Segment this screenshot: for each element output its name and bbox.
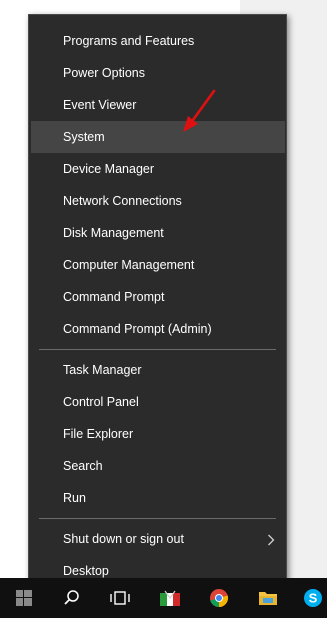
menu-item-label: Programs and Features (63, 34, 195, 48)
search-icon (64, 590, 79, 605)
menu-item-label: Run (63, 491, 86, 505)
annotation-arrow-icon (183, 89, 216, 132)
menu-item-label: Disk Management (63, 226, 164, 240)
menu-item-label: Command Prompt (Admin) (63, 322, 212, 336)
menu-item-computer-management[interactable]: Computer Management (31, 249, 285, 281)
menu-separator (39, 349, 276, 350)
taskbar-media-app[interactable] (150, 578, 190, 618)
menu-item-run[interactable]: Run (31, 482, 285, 514)
menu-item-label: Search (63, 459, 103, 473)
menu-item-task-manager[interactable]: Task Manager (31, 354, 285, 386)
taskbar-skype[interactable]: S (298, 578, 327, 618)
menu-item-device-manager[interactable]: Device Manager (31, 153, 285, 185)
windows-start-button[interactable] (4, 578, 44, 618)
menu-item-network-connections[interactable]: Network Connections (31, 185, 285, 217)
svg-text:S: S (308, 591, 317, 606)
menu-item-label: Task Manager (63, 363, 142, 377)
power-user-menu: Programs and Features Power Options Even… (28, 14, 287, 594)
task-view-button[interactable] (100, 578, 140, 618)
menu-item-label: Command Prompt (63, 290, 165, 304)
menu-item-label: Computer Management (63, 258, 195, 272)
menu-item-disk-management[interactable]: Disk Management (31, 217, 285, 249)
menu-item-event-viewer[interactable]: Event Viewer (31, 89, 285, 121)
menu-item-command-prompt-admin[interactable]: Command Prompt (Admin) (31, 313, 285, 345)
menu-item-label: Control Panel (63, 395, 139, 409)
menu-item-file-explorer[interactable]: File Explorer (31, 418, 285, 450)
menu-item-label: Event Viewer (63, 98, 137, 112)
menu-item-label: Power Options (63, 66, 145, 80)
chrome-icon (210, 589, 229, 608)
taskbar-chrome[interactable] (199, 578, 239, 618)
windows-start-icon (16, 590, 32, 606)
skype-icon: S (303, 589, 322, 607)
task-view-icon (110, 591, 130, 605)
menu-item-power-options[interactable]: Power Options (31, 57, 285, 89)
taskbar: S (0, 578, 327, 618)
menu-item-system[interactable]: System (31, 121, 285, 153)
file-explorer-icon (259, 592, 277, 605)
menu-item-search[interactable]: Search (31, 450, 285, 482)
menu-item-label: System (63, 130, 105, 144)
menu-item-label: Desktop (63, 564, 109, 578)
menu-item-label: Device Manager (63, 162, 155, 176)
taskbar-search-button[interactable] (52, 578, 92, 618)
taskbar-file-explorer[interactable] (248, 578, 288, 618)
menu-item-label: Network Connections (63, 194, 182, 208)
menu-item-label: File Explorer (63, 427, 134, 441)
menu-separator (39, 518, 276, 519)
menu-item-programs-features[interactable]: Programs and Features (31, 25, 285, 57)
menu-item-label: Shut down or sign out (63, 532, 184, 546)
menu-item-shutdown-signout[interactable]: Shut down or sign out (31, 523, 285, 555)
media-app-icon (160, 590, 180, 606)
chevron-right-icon (267, 523, 275, 555)
menu-item-control-panel[interactable]: Control Panel (31, 386, 285, 418)
menu-item-command-prompt[interactable]: Command Prompt (31, 281, 285, 313)
